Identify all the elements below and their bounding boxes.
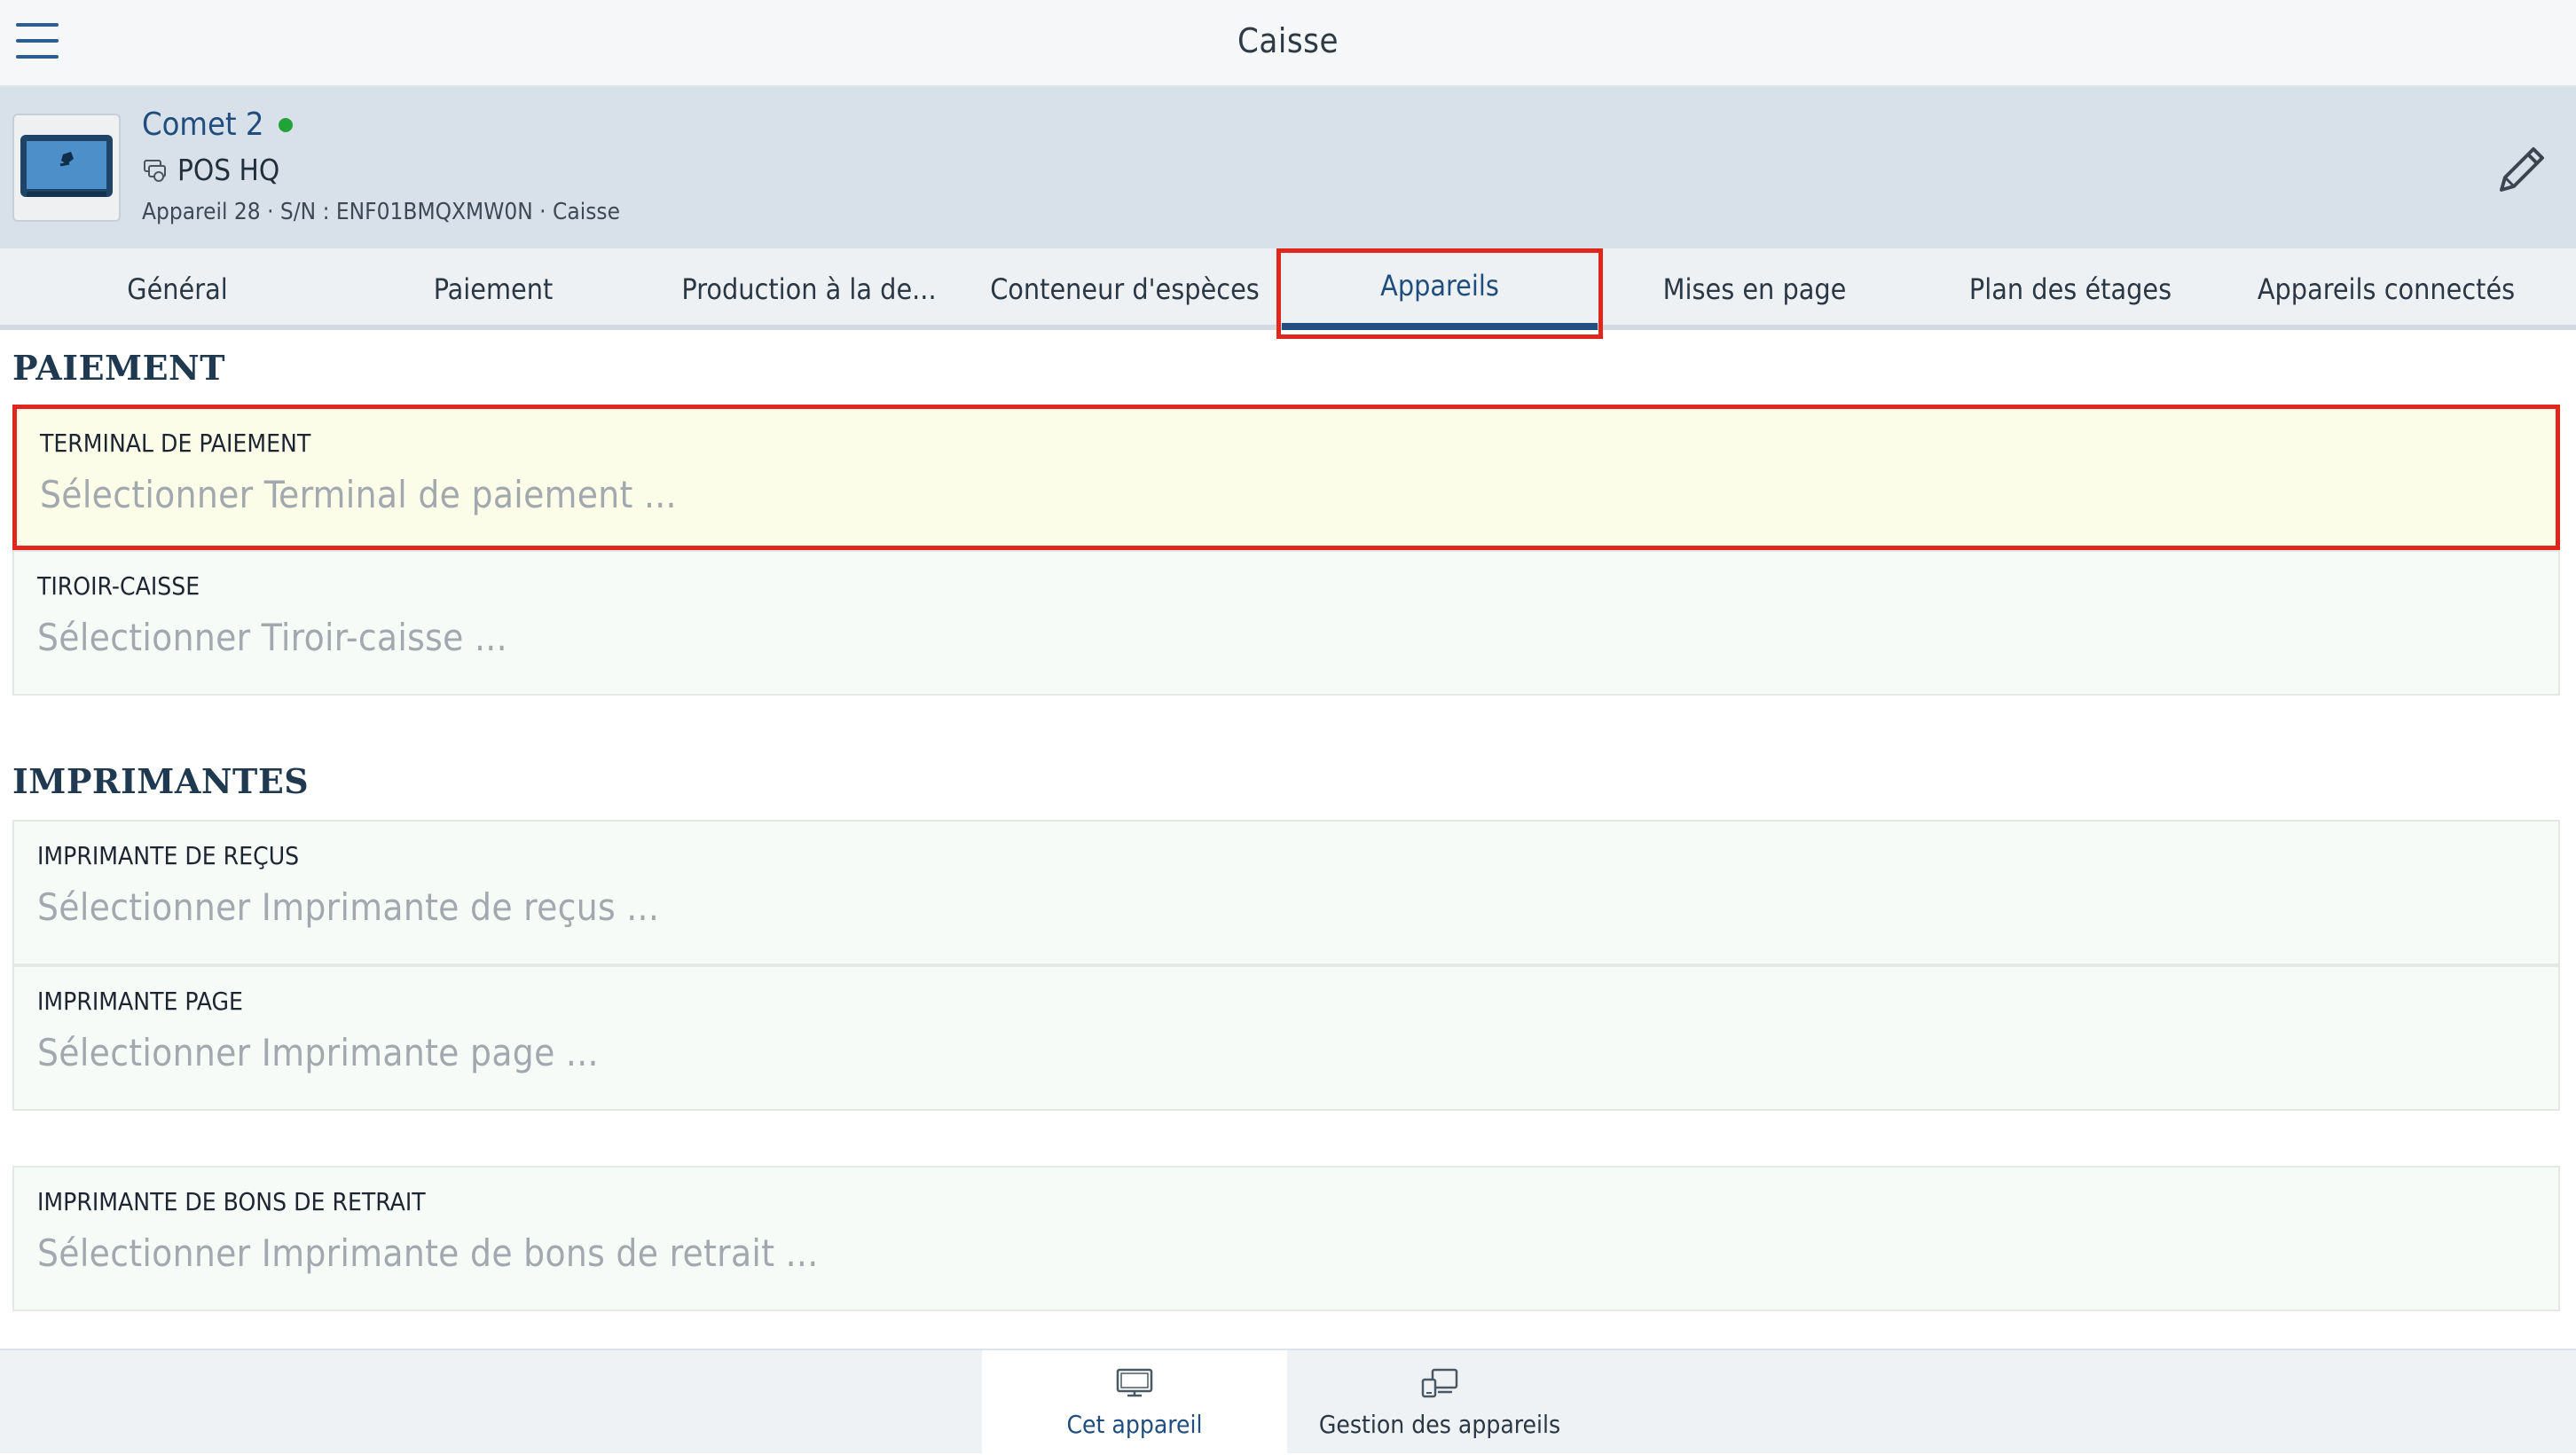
cash-drawer-field[interactable]: TIROIR-CAISSE Sélectionner Tiroir-caisse… bbox=[12, 550, 2560, 696]
bottom-tab-this-device[interactable]: Cet appareil bbox=[982, 1350, 1287, 1455]
device-header: Comet 2 POS HQ Appareil 28 · S/N : ENF01… bbox=[0, 87, 2576, 248]
device-thumbnail bbox=[12, 114, 121, 222]
field-placeholder: Sélectionner Imprimante de reçus ... bbox=[37, 885, 660, 929]
field-label: IMPRIMANTE DE BONS DE RETRAIT bbox=[37, 1187, 426, 1216]
tab-paiement[interactable]: Paiement bbox=[335, 248, 651, 330]
tab-appareils-connectes[interactable]: Appareils connectés bbox=[2228, 248, 2544, 330]
tab-appareils[interactable]: Appareils bbox=[1282, 248, 1598, 330]
field-label: IMPRIMANTE PAGE bbox=[37, 987, 243, 1016]
tab-bar: Général Paiement Production à la de... C… bbox=[0, 248, 2576, 330]
tab-production[interactable]: Production à la de... bbox=[651, 248, 967, 330]
field-placeholder: Sélectionner Imprimante page ... bbox=[37, 1031, 599, 1074]
payment-terminal-field[interactable]: TERMINAL DE PAIEMENT Sélectionner Termin… bbox=[12, 405, 2560, 550]
monitor-icon bbox=[1116, 1368, 1153, 1396]
tab-general[interactable]: Général bbox=[20, 248, 335, 330]
tab-conteneur-especes[interactable]: Conteneur d'espèces bbox=[967, 248, 1283, 330]
bottom-tab-device-management[interactable]: Gestion des appareils bbox=[1287, 1350, 1592, 1455]
devices-icon bbox=[1421, 1368, 1458, 1397]
tab-plan-des-etages[interactable]: Plan des étages bbox=[1912, 248, 2228, 330]
device-meta: Appareil 28 · S/N : ENF01BMQXMW0N · Cais… bbox=[142, 199, 620, 225]
device-name-label: Comet 2 bbox=[142, 106, 264, 143]
field-placeholder: Sélectionner Terminal de paiement ... bbox=[40, 473, 677, 516]
tab-mises-en-page[interactable]: Mises en page bbox=[1597, 248, 1912, 330]
store-tag-icon bbox=[144, 159, 166, 182]
pickup-ticket-printer-field[interactable]: IMPRIMANTE DE BONS DE RETRAIT Sélectionn… bbox=[12, 1166, 2560, 1311]
receipt-printer-field[interactable]: IMPRIMANTE DE REÇUS Sélectionner Imprima… bbox=[12, 820, 2560, 965]
device-location-label: POS HQ bbox=[177, 153, 280, 187]
top-bar: Caisse bbox=[0, 0, 2576, 87]
pos-terminal-icon bbox=[20, 135, 113, 197]
field-placeholder: Sélectionner Tiroir-caisse ... bbox=[37, 616, 507, 659]
bottom-tab-label: Cet appareil bbox=[1066, 1409, 1203, 1439]
page-printer-field[interactable]: IMPRIMANTE PAGE Sélectionner Imprimante … bbox=[12, 965, 2560, 1111]
device-location: POS HQ bbox=[142, 153, 279, 187]
field-placeholder: Sélectionner Imprimante de bons de retra… bbox=[37, 1231, 819, 1275]
edit-pencil-icon[interactable] bbox=[2493, 140, 2551, 199]
field-label: TIROIR-CAISSE bbox=[37, 571, 200, 601]
field-label: TERMINAL DE PAIEMENT bbox=[40, 429, 311, 458]
page-title: Caisse bbox=[1237, 21, 1339, 60]
section-title-imprimantes: IMPRIMANTES bbox=[12, 761, 310, 801]
field-label: IMPRIMANTE DE REÇUS bbox=[37, 841, 300, 870]
online-status-dot bbox=[278, 117, 293, 132]
section-title-paiement: PAIEMENT bbox=[12, 348, 226, 388]
bottom-nav: Cet appareil Gestion des appareils bbox=[0, 1349, 2576, 1455]
device-name: Comet 2 bbox=[142, 106, 293, 143]
bottom-tab-label: Gestion des appareils bbox=[1318, 1409, 1561, 1439]
